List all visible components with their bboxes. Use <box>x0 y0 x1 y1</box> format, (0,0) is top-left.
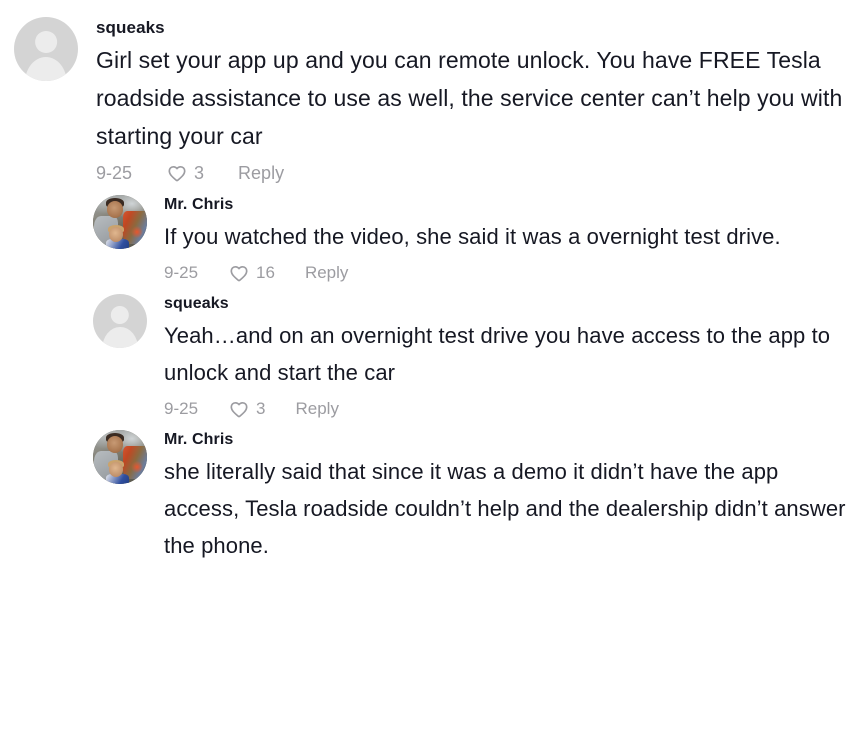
comment-meta: 9-25 3 Reply <box>164 391 848 420</box>
avatar-photo-face-adult <box>107 201 124 218</box>
avatar-photo-face-adult <box>107 436 124 453</box>
comment-text: she literally said that since it was a d… <box>164 459 846 558</box>
comment-date: 9-25 <box>164 398 199 418</box>
comment-item[interactable]: squeaks Girl set your app up and you can… <box>0 0 848 185</box>
comment-body: squeaks Yeah…and on an overnight test dr… <box>147 294 848 420</box>
like-count: 3 <box>256 398 266 418</box>
comment-date: 9-25 <box>164 262 199 282</box>
comment-text: Girl set your app up and you can remote … <box>96 47 843 149</box>
like-button[interactable]: 16 <box>228 262 275 284</box>
comment-item[interactable]: Mr. Chris If you watched the video, she … <box>0 185 848 284</box>
comment-item[interactable]: squeaks Yeah…and on an overnight test dr… <box>0 284 848 420</box>
avatar-photo-accent <box>130 461 143 474</box>
like-count: 3 <box>194 162 205 183</box>
comment-meta: 9-25 3 Reply <box>96 155 848 185</box>
comment-text: Yeah…and on an overnight test drive you … <box>164 323 837 385</box>
comment-username[interactable]: squeaks <box>164 294 848 314</box>
avatar[interactable] <box>93 430 147 484</box>
reply-button[interactable]: Reply <box>305 263 348 283</box>
comment-date: 9-25 <box>96 162 133 183</box>
person-placeholder-icon <box>110 305 130 325</box>
avatar[interactable] <box>93 294 147 348</box>
comment-body: squeaks Girl set your app up and you can… <box>78 17 848 185</box>
comment-body: Mr. Chris If you watched the video, she … <box>147 195 848 284</box>
comment-thread: squeaks Girl set your app up and you can… <box>0 0 848 736</box>
heart-icon <box>228 262 250 284</box>
like-count: 16 <box>256 262 275 282</box>
heart-icon <box>166 162 188 184</box>
heart-icon <box>228 398 250 420</box>
comment-item[interactable]: Mr. Chris she literally said that since … <box>0 420 848 564</box>
comment-body: Mr. Chris she literally said that since … <box>147 430 848 564</box>
comment-meta: 9-25 16 Reply <box>164 255 848 284</box>
person-placeholder-icon <box>35 31 57 53</box>
avatar-photo-accent <box>130 226 143 239</box>
comment-username[interactable]: Mr. Chris <box>164 195 848 215</box>
avatar[interactable] <box>14 17 78 81</box>
comment-username[interactable]: Mr. Chris <box>164 430 848 450</box>
like-button[interactable]: 3 <box>166 162 204 184</box>
person-placeholder-body <box>24 56 68 81</box>
reply-button[interactable]: Reply <box>296 399 339 419</box>
like-button[interactable]: 3 <box>228 398 266 420</box>
comment-text: If you watched the video, she said it wa… <box>164 224 781 249</box>
comment-username[interactable]: squeaks <box>96 17 848 38</box>
avatar[interactable] <box>93 195 147 249</box>
person-placeholder-body <box>102 327 138 348</box>
reply-button[interactable]: Reply <box>238 163 284 184</box>
